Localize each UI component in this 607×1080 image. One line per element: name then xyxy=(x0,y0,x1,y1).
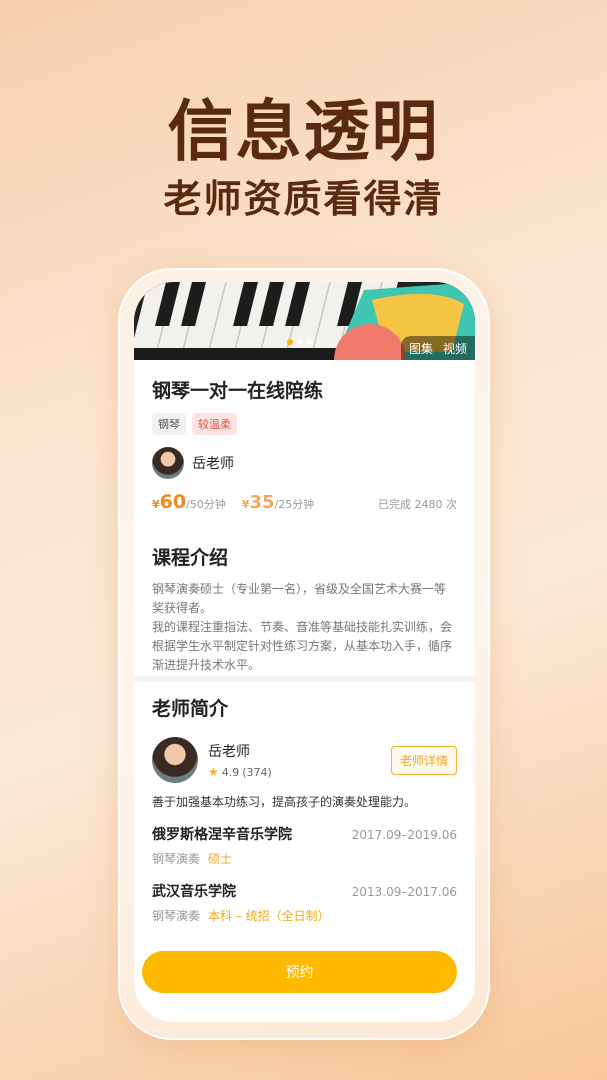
book-button[interactable]: 预约 xyxy=(142,951,457,993)
phone-screen: 图集 视频 钢琴一对一在线陪练 钢琴 较温柔 岳老师 ¥60 /50分钟 ¥35… xyxy=(134,282,475,1022)
major: 钢琴演奏 xyxy=(152,852,201,866)
school-name: 武汉音乐学院 xyxy=(152,884,236,900)
promo-headline: 信息透明 xyxy=(167,93,440,170)
section-divider xyxy=(134,676,475,682)
avatar xyxy=(152,447,184,479)
carousel-dot[interactable] xyxy=(297,339,303,345)
avatar[interactable] xyxy=(152,737,198,783)
media-switch: 图集 视频 xyxy=(400,336,475,360)
teacher-detail-button[interactable]: 老师详情 xyxy=(390,745,457,775)
education-item: 俄罗斯格涅辛音乐学院 2017.09–2019.06 钢琴演奏 硕士 xyxy=(152,824,457,867)
review-count: (374) xyxy=(242,765,272,779)
course-banner-image[interactable]: 图集 视频 xyxy=(134,282,475,360)
star-icon: ★ xyxy=(208,765,219,779)
carousel-dots xyxy=(287,339,313,345)
price-25min: ¥35 xyxy=(242,492,275,513)
study-dates: 2013.09–2017.06 xyxy=(351,885,457,899)
teacher-name: 岳老师 xyxy=(208,744,250,760)
education-item: 武汉音乐学院 2013.09–2017.06 钢琴演奏 本科 – 统招（全日制） xyxy=(152,881,457,924)
intro-title: 课程介绍 xyxy=(152,547,229,569)
video-tab[interactable]: 视频 xyxy=(443,340,467,357)
teacher-bio: 善于加强基本功练习，提高孩子的演奏处理能力。 xyxy=(152,795,417,809)
price-50min: ¥60 xyxy=(152,491,186,513)
intro-text: 钢琴演奏硕士（专业第一名），省级及全国艺术大赛一等奖获得者。 我的课程注重指法、… xyxy=(152,582,453,672)
teacher-card: 岳老师 ★ 4.9 (374) 老师详情 xyxy=(152,737,457,783)
carousel-dot[interactable] xyxy=(287,339,293,345)
course-title: 钢琴一对一在线陪练 xyxy=(152,380,324,402)
tag-personality: 较温柔 xyxy=(192,413,237,435)
price-unit: /25分钟 xyxy=(274,498,315,511)
teacher-info: 岳老师 ★ 4.9 (374) xyxy=(208,741,272,779)
teacher-profile: 老师简介 岳老师 ★ 4.9 (374) 老师详情 善于加强基本功练习，提高孩子… xyxy=(152,694,457,924)
promo-subheadline: 老师资质看得清 xyxy=(163,177,444,221)
gallery-tab[interactable]: 图集 xyxy=(409,340,433,357)
completed-count: 已完成 2480 次 xyxy=(378,498,457,511)
price-unit: /50分钟 xyxy=(186,498,226,511)
study-dates: 2017.09–2019.06 xyxy=(351,828,457,842)
degree: 本科 – 统招（全日制） xyxy=(208,909,330,923)
price-row: ¥60 /50分钟 ¥35 /25分钟 已完成 2480 次 xyxy=(152,491,457,513)
carousel-dot[interactable] xyxy=(307,339,313,345)
currency-symbol: ¥ xyxy=(152,498,160,511)
major: 钢琴演奏 xyxy=(152,909,201,923)
course-teacher[interactable]: 岳老师 xyxy=(152,447,457,479)
course-summary: 钢琴一对一在线陪练 钢琴 较温柔 岳老师 ¥60 /50分钟 ¥35 /25分钟… xyxy=(152,360,457,675)
teacher-section-title: 老师简介 xyxy=(152,698,229,720)
course-tags: 钢琴 较温柔 xyxy=(152,413,457,435)
school-name: 俄罗斯格涅辛音乐学院 xyxy=(152,827,292,843)
price-amount: 60 xyxy=(159,491,187,513)
teacher-name: 岳老师 xyxy=(192,456,234,472)
tag-instrument: 钢琴 xyxy=(152,413,186,435)
teacher-rating: ★ 4.9 (374) xyxy=(208,765,272,779)
price-amount: 35 xyxy=(249,492,275,513)
rating-score: 4.9 xyxy=(221,765,240,779)
degree: 硕士 xyxy=(208,852,233,866)
